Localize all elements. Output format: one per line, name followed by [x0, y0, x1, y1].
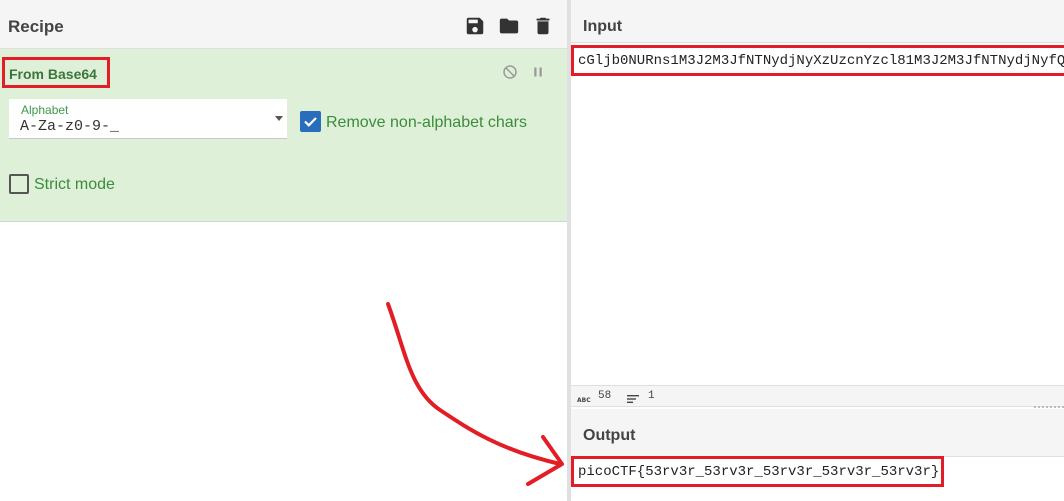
remove-nonalpha-label[interactable]: Remove non-alphabet chars [326, 114, 527, 132]
operation-title: From Base64 [9, 66, 97, 82]
chevron-down-icon [275, 116, 283, 121]
output-text: picoCTF{53rv3r_53rv3r_53rv3r_53rv3r_53rv… [578, 464, 940, 480]
input-pane: Input cGljb0NURns1M3J2M3JfNTNydjNyXzUzcn… [571, 0, 1064, 385]
strict-mode-label[interactable]: Strict mode [34, 176, 115, 194]
disable-icon[interactable] [501, 63, 519, 81]
remove-nonalpha-checkbox[interactable] [300, 111, 321, 132]
trash-icon[interactable] [532, 15, 554, 37]
save-icon[interactable] [464, 15, 486, 37]
recipe-title: Recipe [8, 17, 64, 36]
input-text: cGljb0NURns1M3J2M3JfNTNydjNyXzUzcnYzcl81… [578, 53, 1064, 69]
folder-icon[interactable] [498, 15, 520, 37]
output-field[interactable]: picoCTF{53rv3r_53rv3r_53rv3r_53rv3r_53rv… [571, 456, 944, 487]
output-pane: Output picoCTF{53rv3r_53rv3r_53rv3r_53rv… [571, 409, 1064, 501]
input-lines: 1 [648, 390, 655, 402]
input-length: 58 [598, 390, 612, 402]
output-title: Output [583, 427, 636, 444]
input-title: Input [583, 18, 623, 35]
recipe-pane: Recipe From Base64 Alphabet A-Za-z0-9-_ … [0, 0, 567, 501]
strict-mode-checkbox[interactable] [9, 174, 29, 194]
abc-icon: ABC [577, 391, 591, 409]
operation-from-base64[interactable]: From Base64 Alphabet A-Za-z0-9-_ Remove … [0, 49, 567, 222]
input-header: Input [571, 0, 1064, 43]
alphabet-select[interactable]: Alphabet A-Za-z0-9-_ [9, 99, 287, 139]
pause-icon[interactable] [529, 63, 547, 81]
input-status-bar: ABC 58 1 [571, 385, 1064, 407]
alphabet-label: Alphabet [21, 103, 69, 117]
lines-icon [627, 391, 639, 409]
input-field[interactable]: cGljb0NURns1M3J2M3JfNTNydjNyXzUzcnYzcl81… [571, 45, 1064, 76]
output-header: Output [571, 409, 1064, 457]
svg-text:ABC: ABC [577, 397, 591, 404]
alphabet-value: A-Za-z0-9-_ [20, 118, 120, 135]
recipe-header: Recipe [0, 0, 567, 49]
